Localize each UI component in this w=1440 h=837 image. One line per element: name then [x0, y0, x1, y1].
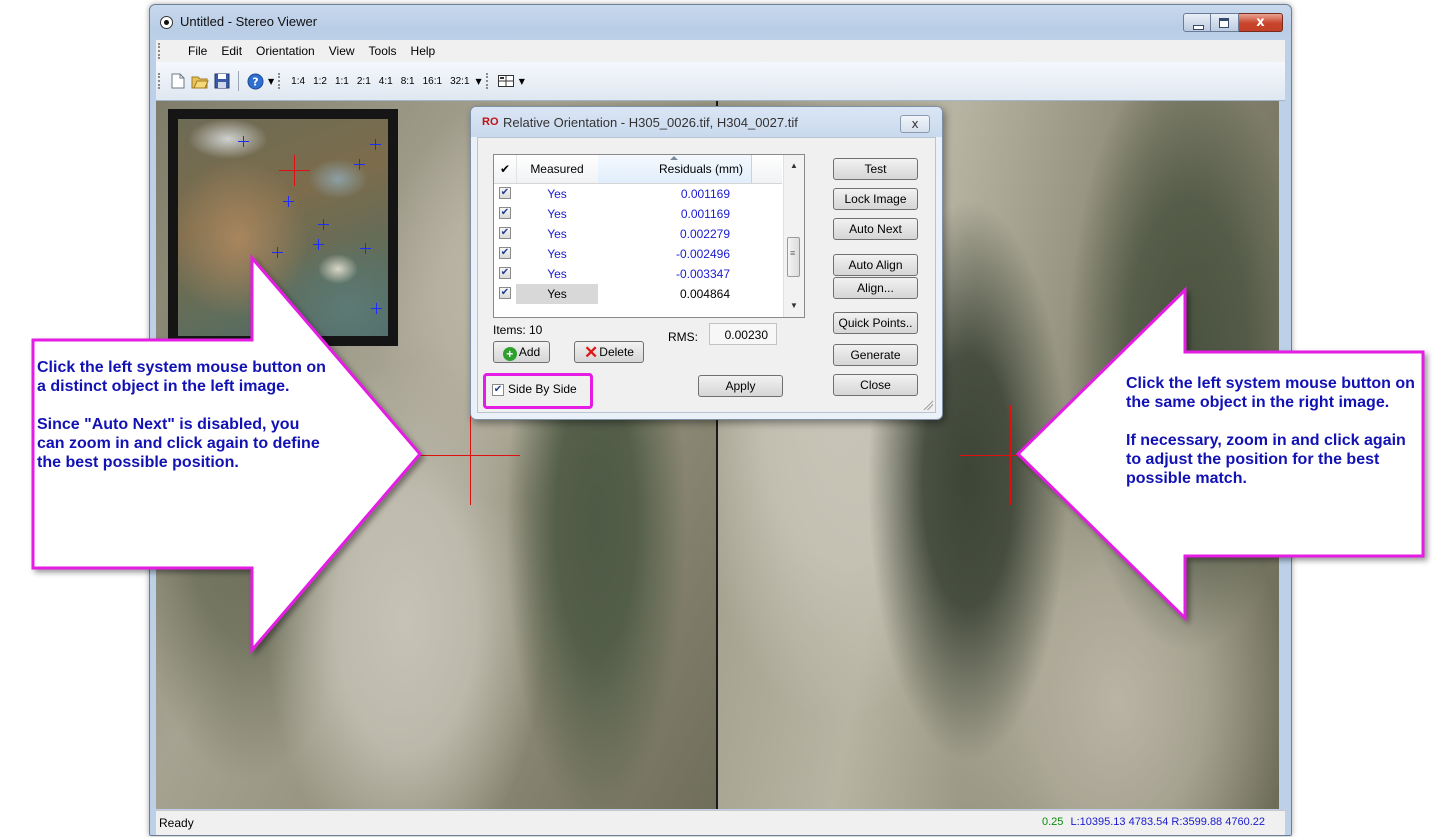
left-callout-text: Click the left system mouse button on a … [37, 359, 326, 471]
right-callout-text: Click the left system mouse button on th… [1126, 375, 1415, 487]
